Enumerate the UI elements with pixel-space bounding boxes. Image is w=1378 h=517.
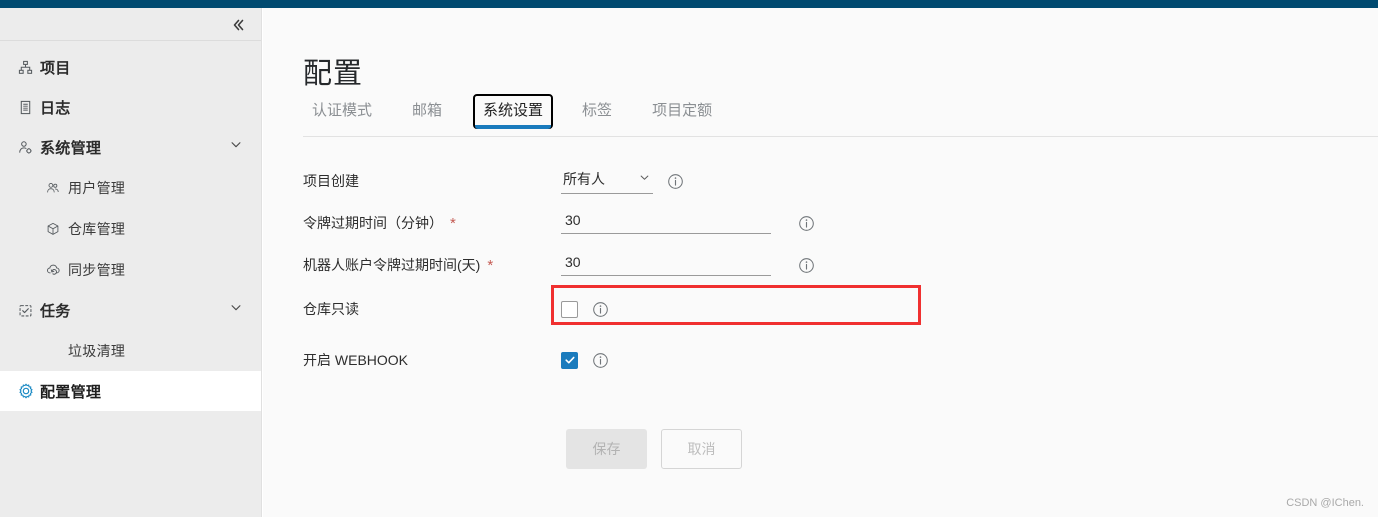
user-gear-icon <box>18 138 40 156</box>
tab-bar: 认证模式 邮箱 系统设置 标签 项目定额 <box>303 93 743 129</box>
form-row-robot-token-expiration: 机器人账户令牌过期时间(天) * <box>303 244 1303 286</box>
sidebar-item-label: 同步管理 <box>68 261 126 278</box>
select-value: 所有人 <box>563 170 605 187</box>
tab-auth-mode[interactable]: 认证模式 <box>303 95 381 129</box>
sitemap-icon <box>18 58 40 76</box>
tab-divider <box>303 136 1378 137</box>
info-icon[interactable] <box>592 301 609 318</box>
form-row-token-expiration: 令牌过期时间（分钟） * <box>303 202 1303 244</box>
required-marker: * <box>487 256 494 274</box>
info-icon[interactable] <box>592 352 609 369</box>
sidebar-item-label: 配置管理 <box>40 383 102 401</box>
field-label-text: 机器人账户令牌过期时间(天) <box>303 257 481 273</box>
field-control <box>561 300 609 318</box>
main-content: 配置 认证模式 邮箱 系统设置 标签 项目定额 项目创建 所有人 令牌过期时间（… <box>263 8 1378 517</box>
field-control: 所有人 <box>561 169 684 194</box>
sidebar-item-system-admin[interactable]: 系统管理 <box>0 127 261 167</box>
robot-token-expiration-input[interactable] <box>561 254 771 276</box>
field-control <box>561 351 609 369</box>
sidebar-item-label: 项目 <box>40 59 71 77</box>
tab-labels[interactable]: 标签 <box>573 95 621 129</box>
sidebar-nav: 项目 日志 系统管理 用户管理 仓库管理 同步管理 任务 垃圾清理 配置管理 <box>0 41 261 411</box>
field-control <box>561 254 798 276</box>
sidebar: 项目 日志 系统管理 用户管理 仓库管理 同步管理 任务 垃圾清理 配置管理 <box>0 8 262 517</box>
field-label: 仓库只读 <box>303 299 561 319</box>
project-creation-select[interactable]: 所有人 <box>561 169 653 194</box>
users-icon <box>46 179 68 197</box>
settings-form: 项目创建 所有人 令牌过期时间（分钟） * 30 机器人账户令牌过期时间(天) … <box>303 160 1303 388</box>
task-checklist-icon <box>18 301 40 319</box>
form-row-project-creation: 项目创建 所有人 <box>303 160 1303 202</box>
form-row-enable-webhook: 开启 WEBHOOK <box>303 332 1303 388</box>
sidebar-item-label: 仓库管理 <box>68 220 126 237</box>
sidebar-item-label: 用户管理 <box>68 179 126 196</box>
chevron-down-icon[interactable] <box>229 138 243 157</box>
field-label-text: 项目创建 <box>303 173 359 189</box>
app-root: 项目 日志 系统管理 用户管理 仓库管理 同步管理 任务 垃圾清理 配置管理 配… <box>0 0 1378 517</box>
field-label-text: 仓库只读 <box>303 301 359 317</box>
sidebar-item-label: 日志 <box>40 99 71 117</box>
required-marker: * <box>450 214 456 232</box>
enable-webhook-checkbox[interactable] <box>561 351 578 369</box>
sidebar-item-garbage-collection[interactable]: 垃圾清理 <box>0 330 261 371</box>
info-icon[interactable] <box>798 257 815 274</box>
form-actions: 保存 取消 <box>566 429 742 469</box>
field-label-text: 令牌过期时间（分钟） <box>303 215 443 231</box>
tab-system-settings[interactable]: 系统设置 <box>473 94 554 129</box>
sidebar-item-logs[interactable]: 日志 <box>0 87 261 127</box>
token-expiration-input[interactable] <box>561 212 771 234</box>
gear-icon <box>18 382 40 400</box>
info-icon[interactable] <box>667 173 684 190</box>
field-label-text: 开启 WEBHOOK <box>303 352 409 368</box>
sidebar-item-label: 任务 <box>40 302 71 320</box>
field-control <box>561 212 798 234</box>
repo-readonly-checkbox[interactable] <box>561 300 578 318</box>
tab-email[interactable]: 邮箱 <box>403 95 451 129</box>
save-button[interactable]: 保存 <box>566 429 647 469</box>
sidebar-item-user-management[interactable]: 用户管理 <box>0 167 261 208</box>
sidebar-item-label: 系统管理 <box>40 139 102 157</box>
chevron-down-icon <box>638 171 651 187</box>
tab-project-quota[interactable]: 项目定额 <box>643 95 721 129</box>
sidebar-item-label: 垃圾清理 <box>68 342 126 359</box>
cancel-button[interactable]: 取消 <box>661 429 742 469</box>
info-icon[interactable] <box>798 215 815 232</box>
sidebar-item-sync-management[interactable]: 同步管理 <box>0 249 261 290</box>
collapse-sidebar-icon[interactable] <box>227 15 249 35</box>
sidebar-item-repository-management[interactable]: 仓库管理 <box>0 208 261 249</box>
page-title: 配置 <box>303 58 364 90</box>
chevron-down-icon[interactable] <box>229 301 243 320</box>
cloud-sync-icon <box>46 261 68 279</box>
sidebar-item-tasks[interactable]: 任务 <box>0 290 261 330</box>
field-label: 开启 WEBHOOK <box>303 350 561 370</box>
watermark: CSDN @IChen. <box>1286 497 1364 509</box>
log-document-icon <box>18 98 40 116</box>
field-label: 令牌过期时间（分钟） * <box>303 213 561 233</box>
field-label: 项目创建 <box>303 171 561 191</box>
sidebar-item-configuration[interactable]: 配置管理 <box>0 371 261 411</box>
form-row-repo-readonly: 仓库只读 <box>303 286 1303 332</box>
sidebar-item-projects[interactable]: 项目 <box>0 47 261 87</box>
sidebar-header <box>0 8 261 41</box>
top-bar <box>0 0 1378 8</box>
cube-icon <box>46 220 68 238</box>
field-label: 机器人账户令牌过期时间(天) * <box>303 255 561 275</box>
